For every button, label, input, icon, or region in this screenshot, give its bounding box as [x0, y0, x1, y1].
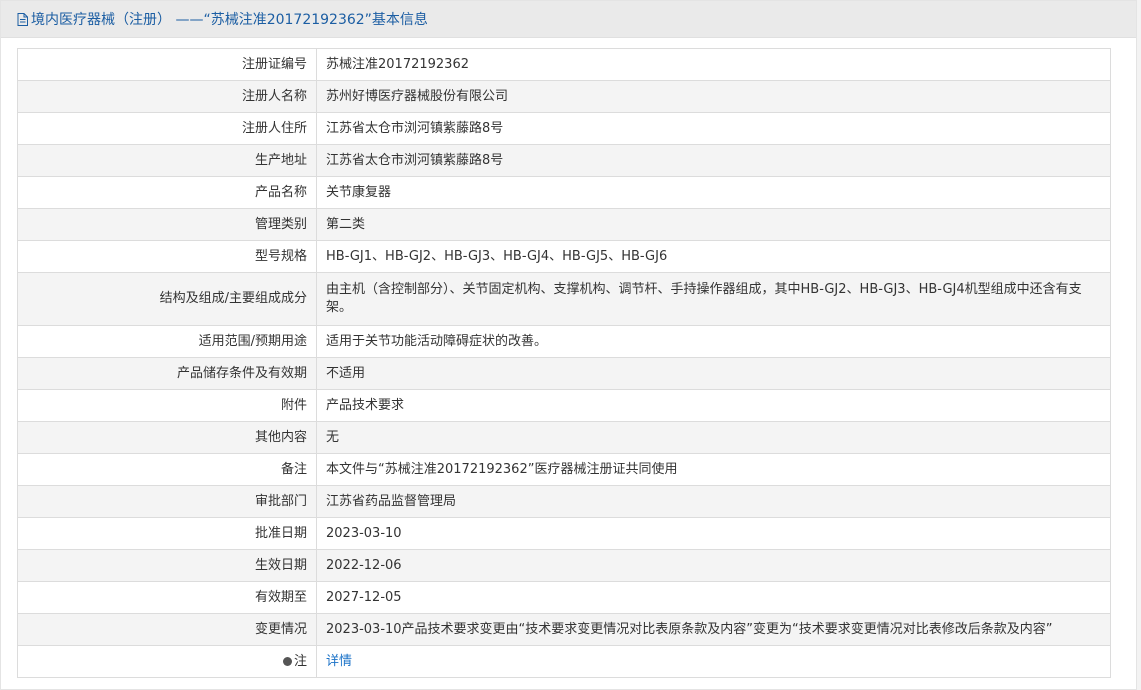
row-value: 2023-03-10产品技术要求变更由“技术要求变更情况对比表原条款及内容”变更…: [316, 613, 1111, 646]
bulb-icon: [282, 656, 292, 666]
note-label: 注: [293, 653, 307, 669]
table-row: 变更情况 2023-03-10产品技术要求变更由“技术要求变更情况对比表原条款及内…: [17, 613, 1111, 646]
row-value: 江苏省太仓市浏河镇紫藤路8号: [316, 112, 1111, 145]
row-value: 江苏省药品监督管理局: [316, 485, 1111, 518]
row-label: 管理类别: [17, 208, 317, 241]
table-row-note: 注 详情: [17, 645, 1111, 678]
row-value: 2023-03-10: [316, 517, 1111, 550]
table-row: 适用范围/预期用途 适用于关节功能活动障碍症状的改善。: [17, 325, 1111, 358]
row-label: 产品储存条件及有效期: [17, 357, 317, 390]
table-row: 注册证编号 苏械注准20172192362: [17, 48, 1111, 81]
row-value: 适用于关节功能活动障碍症状的改善。: [316, 325, 1111, 358]
row-label: 附件: [17, 389, 317, 422]
table-row: 生产地址 江苏省太仓市浏河镇紫藤路8号: [17, 144, 1111, 177]
table-row: 注册人住所 江苏省太仓市浏河镇紫藤路8号: [17, 112, 1111, 145]
table-row: 审批部门 江苏省药品监督管理局: [17, 485, 1111, 518]
row-label: 注册人名称: [17, 80, 317, 113]
row-value: 产品技术要求: [316, 389, 1111, 422]
row-label: 型号规格: [17, 240, 317, 273]
row-value: 江苏省太仓市浏河镇紫藤路8号: [316, 144, 1111, 177]
row-label: 备注: [17, 453, 317, 486]
row-label: 适用范围/预期用途: [17, 325, 317, 358]
table-row: 注册人名称 苏州好博医疗器械股份有限公司: [17, 80, 1111, 113]
row-value: 第二类: [316, 208, 1111, 241]
table-row: 批准日期 2023-03-10: [17, 517, 1111, 550]
table-row: 附件 产品技术要求: [17, 389, 1111, 422]
row-label: 生效日期: [17, 549, 317, 582]
table-row: 其他内容无: [17, 421, 1111, 454]
row-value: 苏械注准20172192362: [316, 48, 1111, 81]
row-value: HB-GJ1、HB-GJ2、HB-GJ3、HB-GJ4、HB-GJ5、HB-GJ…: [316, 240, 1111, 273]
row-value: 由主机（含控制部分）、关节固定机构、支撑机构、调节杆、手持操作器组成，其中HB-…: [316, 272, 1111, 326]
row-value: 关节康复器: [316, 176, 1111, 209]
document-icon: [17, 12, 28, 26]
row-label: 其他内容: [17, 421, 317, 454]
row-label: 变更情况: [17, 613, 317, 646]
table-row: 生效日期 2022-12-06: [17, 549, 1111, 582]
table-row: 产品储存条件及有效期 不适用: [17, 357, 1111, 390]
table-row: 管理类别 第二类: [17, 208, 1111, 241]
row-value: 2027-12-05: [316, 581, 1111, 614]
row-value: 不适用: [316, 357, 1111, 390]
row-value: 无: [316, 421, 1111, 454]
details-link[interactable]: 详情: [326, 654, 352, 669]
table-row: 产品名称 关节康复器: [17, 176, 1111, 209]
table-row: 结构及组成/主要组成成分 由主机（含控制部分）、关节固定机构、支撑机构、调节杆、手…: [17, 272, 1111, 326]
row-label: 有效期至: [17, 581, 317, 614]
page-title: 境内医疗器械（注册） ——“苏械注准20172192362”基本信息: [31, 12, 428, 28]
table-row: 备注 本文件与“苏械注准20172192362”医疗器械注册证共同使用: [17, 453, 1111, 486]
row-label: 注册证编号: [17, 48, 317, 81]
row-label: 注册人住所: [17, 112, 317, 145]
row-value: 2022-12-06: [316, 549, 1111, 582]
info-panel: 境内医疗器械（注册） ——“苏械注准20172192362”基本信息 注册证编号…: [0, 0, 1137, 690]
row-label: 批准日期: [17, 517, 317, 550]
note-label-cell: 注: [17, 645, 317, 678]
panel-header: 境内医疗器械（注册） ——“苏械注准20172192362”基本信息: [1, 1, 1136, 38]
note-value-cell: 详情: [316, 645, 1111, 678]
info-table: 注册证编号 苏械注准20172192362 注册人名称 苏州好博医疗器械股份有限公司注…: [17, 48, 1111, 678]
table-row: 型号规格 HB-GJ1、HB-GJ2、HB-GJ3、HB-GJ4、HB-GJ5、H…: [17, 240, 1111, 273]
row-label: 审批部门: [17, 485, 317, 518]
row-value: 苏州好博医疗器械股份有限公司: [316, 80, 1111, 113]
table-row: 有效期至 2027-12-05: [17, 581, 1111, 614]
row-label: 结构及组成/主要组成成分: [17, 272, 317, 326]
row-label: 生产地址: [17, 144, 317, 177]
row-value: 本文件与“苏械注准20172192362”医疗器械注册证共同使用: [316, 453, 1111, 486]
row-label: 产品名称: [17, 176, 317, 209]
